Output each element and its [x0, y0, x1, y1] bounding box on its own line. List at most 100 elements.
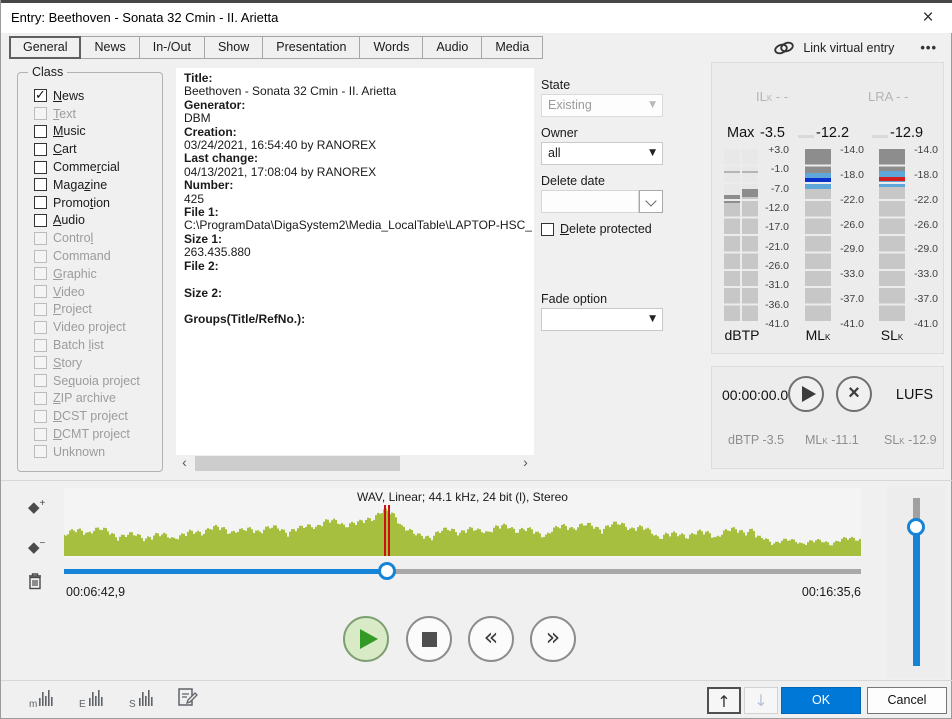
class-item-label: Project	[53, 302, 92, 316]
class-item-label: Cart	[53, 142, 77, 156]
trash-icon[interactable]	[27, 572, 43, 595]
info-field-label: Size 2:	[184, 287, 532, 300]
entry-dialog: Entry: Beethoven - Sonata 32 Cmin - II. …	[0, 0, 952, 719]
class-item-video: Video	[18, 283, 162, 301]
class-item-command: Command	[18, 247, 162, 265]
class-item-promotion[interactable]: Promotion	[18, 194, 162, 212]
checkbox-box[interactable]	[34, 214, 47, 227]
waveform-display[interactable]: WAV, Linear; 44.1 kHz, 24 bit (l), Stere…	[64, 488, 861, 558]
delete-date-field[interactable]	[541, 190, 639, 213]
volume-slider-track[interactable]	[913, 534, 920, 667]
link-virtual-entry-button[interactable]: Link virtual entry	[772, 40, 894, 56]
scale-tick-label: +3.0	[759, 144, 789, 156]
tab-media[interactable]: Media	[482, 36, 543, 59]
playhead-marker	[384, 505, 386, 556]
scale-tick-label: -37.0	[834, 293, 864, 305]
volume-slider-thumb[interactable]	[907, 518, 925, 536]
class-item-music[interactable]: Music	[18, 123, 162, 141]
sl-label: SLK	[876, 327, 908, 343]
checkbox-box[interactable]	[541, 223, 554, 236]
tab-in-out[interactable]: In-/Out	[140, 36, 205, 59]
checkbox-box[interactable]	[34, 143, 47, 156]
class-item-magazine[interactable]: Magazine	[18, 176, 162, 194]
max-label: Max	[727, 125, 754, 141]
svg-text:m: m	[29, 699, 37, 709]
play-icon	[802, 386, 816, 402]
delete-protected-checkbox[interactable]: Delete protected	[541, 222, 652, 236]
monitor-dbtp-value: dBTP -3.5	[728, 433, 784, 447]
dbtp-max-value: -3.5	[760, 125, 785, 141]
close-icon[interactable]: ×	[915, 6, 941, 30]
checkbox-box[interactable]	[34, 125, 47, 138]
state-value: Existing	[548, 98, 592, 112]
more-menu-button[interactable]: •••	[920, 40, 937, 55]
checkbox-box	[34, 374, 47, 387]
checkbox-box[interactable]	[34, 89, 47, 102]
add-marker-button[interactable]: ◆+	[28, 498, 45, 516]
multitrack-editor-button[interactable]: m	[29, 687, 53, 714]
class-item-news[interactable]: News	[18, 87, 162, 105]
delete-marker-button[interactable]: ◆−	[28, 538, 45, 556]
singletrack-editor-button[interactable]: S	[129, 687, 153, 714]
previous-entry-button[interactable]: ↑	[707, 687, 741, 714]
scale-tick-label: -41.0	[908, 318, 938, 330]
class-item-text: Text	[18, 105, 162, 123]
forward-icon: »	[532, 623, 574, 651]
scroll-left-icon[interactable]: ‹	[176, 455, 193, 472]
x-icon: ×	[838, 382, 870, 405]
class-item-audio[interactable]: Audio	[18, 212, 162, 230]
delete-date-label: Delete date	[541, 174, 605, 188]
class-item-commercial[interactable]: Commercial	[18, 158, 162, 176]
tab-show[interactable]: Show	[205, 36, 263, 59]
info-field-value: DBM	[184, 112, 532, 125]
class-item-label: News	[53, 89, 84, 103]
tab-news[interactable]: News	[81, 36, 139, 59]
info-field-label: Last change:	[184, 152, 532, 165]
calendar-dropdown-icon[interactable]	[639, 190, 663, 213]
measure-play-button[interactable]	[788, 376, 824, 412]
ok-button[interactable]: OK	[781, 687, 861, 714]
window-title: Entry: Beethoven - Sonata 32 Cmin - II. …	[11, 10, 278, 25]
checkbox-box[interactable]	[34, 196, 47, 209]
tab-bar: GeneralNewsIn-/OutShowPresentationWordsA…	[9, 36, 543, 59]
measure-reset-button[interactable]: ×	[836, 376, 872, 412]
checkbox-box[interactable]	[34, 178, 47, 191]
info-field-label: File 1:	[184, 206, 532, 219]
play-button[interactable]	[343, 616, 389, 662]
dbtp-label: dBTP	[722, 327, 762, 343]
fade-option-label: Fade option	[541, 292, 607, 306]
integrated-loudness-label: ILK - -	[756, 89, 788, 104]
class-item-control: Control	[18, 229, 162, 247]
tab-general[interactable]: General	[9, 36, 81, 59]
waveform-letter-icon: E	[79, 687, 103, 709]
easytrack-editor-button[interactable]: E	[79, 687, 103, 714]
scroll-right-icon[interactable]: ›	[517, 455, 534, 472]
scale-tick-label: -31.0	[759, 279, 789, 291]
class-item-label: Music	[53, 124, 86, 138]
checkbox-box	[34, 356, 47, 369]
rewind-button[interactable]: «	[468, 616, 514, 662]
class-item-cart[interactable]: Cart	[18, 140, 162, 158]
owner-combo[interactable]: all ▼	[541, 142, 663, 165]
playhead-marker	[388, 505, 390, 556]
scale-tick-label: -33.0	[834, 268, 864, 280]
class-item-video-project: Video project	[18, 318, 162, 336]
tab-presentation[interactable]: Presentation	[263, 36, 360, 59]
fade-option-combo[interactable]: ▼	[541, 308, 663, 331]
tab-words[interactable]: Words	[360, 36, 423, 59]
checkbox-box[interactable]	[34, 161, 47, 174]
checkbox-box	[34, 445, 47, 458]
next-entry-button: ↓	[744, 687, 778, 714]
scrollbar-thumb[interactable]	[195, 456, 400, 471]
seek-slider-thumb[interactable]	[378, 562, 396, 580]
delete-date-picker[interactable]	[541, 190, 663, 213]
forward-button[interactable]: »	[530, 616, 576, 662]
cancel-button[interactable]: Cancel	[867, 687, 947, 714]
scale-tick-label: -22.0	[908, 194, 938, 206]
edit-text-icon[interactable]	[177, 686, 199, 713]
checkbox-box	[34, 303, 47, 316]
info-horizontal-scrollbar[interactable]: ‹ ›	[176, 455, 534, 472]
stop-button[interactable]	[406, 616, 452, 662]
volume-track-upper	[913, 498, 920, 520]
tab-audio[interactable]: Audio	[423, 36, 482, 59]
